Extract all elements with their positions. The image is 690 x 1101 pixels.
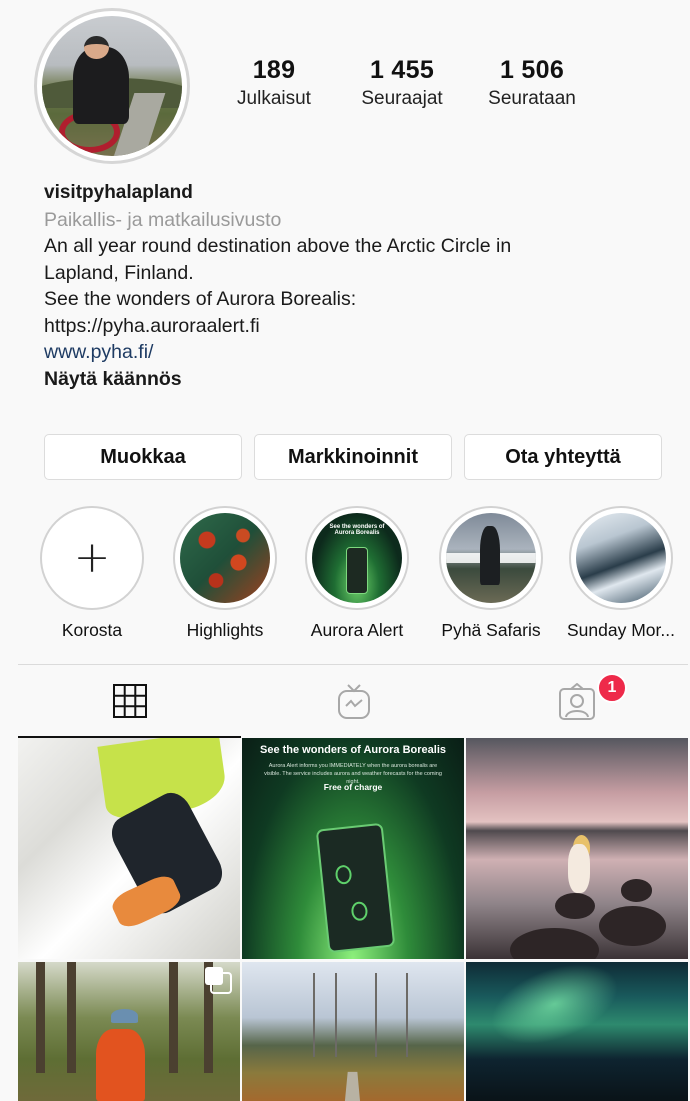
multiple-photos-icon bbox=[205, 967, 232, 994]
profile-actions: Muokkaa Markkinoinnit Ota yhteyttä bbox=[44, 434, 662, 480]
highlight-ring[interactable]: See the wonders of Aurora Borealis bbox=[305, 506, 409, 610]
highlight-label: Highlights bbox=[186, 620, 264, 640]
bio-line: An all year round destination above the … bbox=[44, 235, 512, 257]
profile-username: visitpyhalapland bbox=[44, 182, 193, 203]
post-title: See the wonders of Aurora Borealis bbox=[259, 744, 447, 756]
stat-following-value: 1 506 bbox=[499, 56, 565, 84]
highlight-ring[interactable] bbox=[173, 506, 277, 610]
stat-followers-value: 1 455 bbox=[369, 56, 435, 84]
stat-posts-label: Julkaisut bbox=[237, 88, 311, 109]
highlight-item[interactable]: Highlights bbox=[160, 506, 290, 641]
stat-followers[interactable]: 1 455 Seuraajat bbox=[328, 56, 476, 110]
highlight-label: Pyhä Safaris bbox=[441, 620, 541, 640]
stat-posts-value: 189 bbox=[252, 56, 296, 84]
highlight-thumbnail bbox=[446, 513, 536, 603]
post-thumbnail[interactable] bbox=[466, 962, 688, 1101]
highlight-item[interactable]: See the wonders of Aurora Borealis Auror… bbox=[292, 506, 422, 641]
tab-igtv[interactable] bbox=[242, 665, 465, 738]
profile-avatar[interactable] bbox=[34, 8, 190, 164]
stat-followers-label: Seuraajat bbox=[361, 88, 443, 109]
story-highlights: + Korosta Highlights See the wonders of … bbox=[0, 506, 690, 656]
highlight-thumbnail bbox=[576, 513, 666, 603]
bio-line: Lapland, Finland. bbox=[44, 261, 194, 284]
plus-icon: + bbox=[73, 532, 111, 583]
post-free-label: Free of charge bbox=[323, 782, 383, 792]
highlight-thumbnail: See the wonders of Aurora Borealis bbox=[312, 513, 402, 603]
highlight-thumb-text: See the wonders of Aurora Borealis bbox=[329, 523, 385, 536]
highlight-ring[interactable] bbox=[439, 506, 543, 610]
promotions-button[interactable]: Markkinoinnit bbox=[254, 434, 452, 480]
profile-bio: visitpyhalapland Paikallis- ja matkailus… bbox=[44, 180, 664, 392]
highlight-new-ring[interactable]: + bbox=[40, 506, 144, 610]
tagged-person-icon bbox=[558, 682, 595, 720]
stat-following-label: Seurataan bbox=[488, 88, 576, 109]
post-thumbnail[interactable] bbox=[18, 962, 240, 1101]
highlight-thumbnail bbox=[180, 513, 270, 603]
profile-category: Paikallis- ja matkailusivusto bbox=[44, 208, 282, 231]
post-grid: See the wonders of Aurora Borealis Auror… bbox=[18, 738, 688, 1101]
bio-line: See the wonders of Aurora Borealis: bbox=[44, 288, 357, 310]
profile-tabs: 1 bbox=[18, 664, 688, 738]
avatar-photo bbox=[42, 16, 182, 156]
translate-link[interactable]: Näytä käännös bbox=[44, 366, 664, 393]
post-thumbnail[interactable]: See the wonders of Aurora Borealis Auror… bbox=[242, 738, 464, 959]
highlight-new[interactable]: + Korosta bbox=[27, 506, 157, 641]
highlight-ring[interactable] bbox=[569, 506, 673, 610]
grid-icon bbox=[112, 683, 147, 718]
profile-stats: 189 Julkaisut 1 455 Seuraajat 1 506 Seur… bbox=[220, 56, 588, 110]
post-thumbnail[interactable] bbox=[466, 738, 688, 959]
stat-following[interactable]: 1 506 Seurataan bbox=[476, 56, 588, 110]
post-thumbnail[interactable] bbox=[242, 962, 464, 1101]
profile-website-link[interactable]: www.pyha.fi/ bbox=[44, 339, 664, 366]
bio-line: https://pyha.auroraalert.fi bbox=[44, 314, 260, 337]
stat-posts[interactable]: 189 Julkaisut bbox=[220, 56, 328, 110]
contact-button[interactable]: Ota yhteyttä bbox=[464, 434, 662, 480]
edit-profile-button[interactable]: Muokkaa bbox=[44, 434, 242, 480]
highlight-label: Korosta bbox=[61, 620, 123, 640]
tagged-notification-badge: 1 bbox=[597, 673, 627, 703]
highlight-label: Sunday Mor... bbox=[567, 620, 675, 640]
highlight-item[interactable]: Sunday Mor... bbox=[556, 506, 686, 641]
tab-grid[interactable] bbox=[18, 665, 241, 738]
highlight-item[interactable]: Pyhä Safaris bbox=[426, 506, 556, 641]
post-thumbnail[interactable] bbox=[18, 738, 240, 959]
tab-tagged[interactable]: 1 bbox=[465, 665, 688, 738]
highlight-label: Aurora Alert bbox=[310, 620, 404, 640]
igtv-icon bbox=[337, 683, 370, 719]
